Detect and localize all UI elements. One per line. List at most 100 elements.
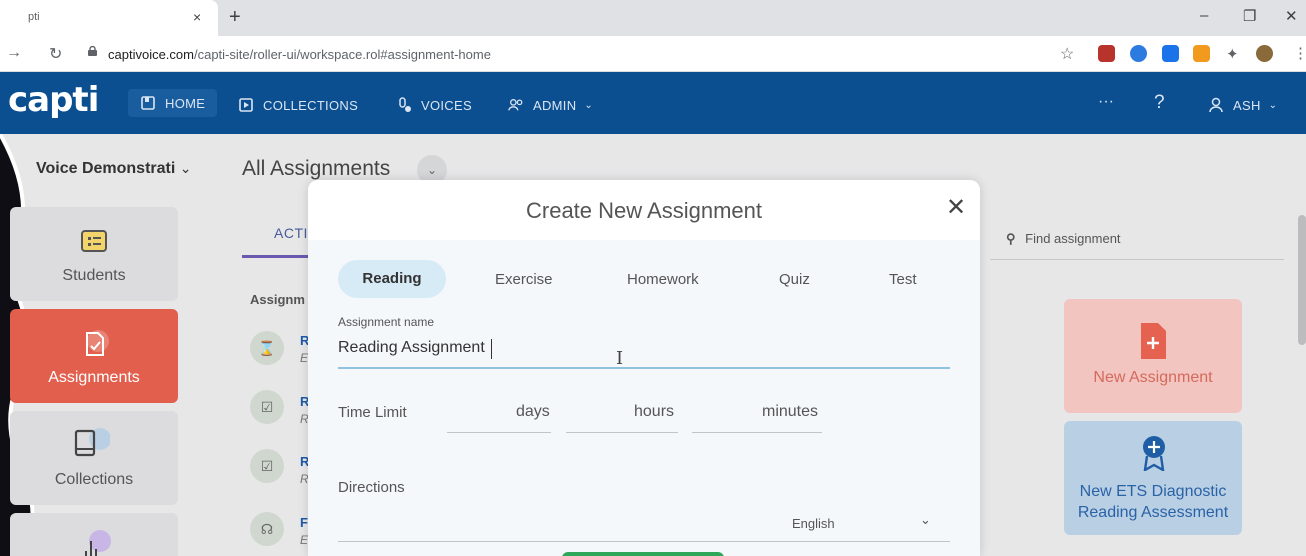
browser-menu-icon[interactable]: ⋮ [1293, 44, 1306, 62]
nav-collections-label: COLLECTIONS [263, 97, 359, 113]
type-tab-test[interactable]: Test [889, 271, 917, 288]
bookmark-star-icon[interactable]: ☆ [1060, 44, 1074, 64]
url-text: captivoice.com/capti-site/roller-ui/work… [108, 47, 491, 62]
type-tab-quiz[interactable]: Quiz [779, 271, 810, 288]
award-ribbon-icon [1143, 436, 1165, 471]
more-menu-icon[interactable]: ··· [1098, 93, 1114, 111]
row-status-icon: ☑ [250, 390, 284, 424]
user-icon [1209, 97, 1223, 113]
type-tab-reading[interactable]: Reading [338, 260, 446, 298]
capti-logo[interactable]: capti [8, 80, 99, 120]
nav-admin[interactable]: ADMIN ⌄ [508, 95, 593, 115]
hours-input[interactable]: hours [634, 403, 674, 421]
nav-voices[interactable]: VOICES [396, 95, 472, 115]
row-title[interactable]: F [300, 515, 308, 530]
browser-tab-bar: pti × + – ❐ ✕ [0, 0, 1306, 36]
new-doc-icon [1141, 323, 1166, 359]
sidebar-item-collections-label: Collections [54, 471, 134, 488]
home-doc-icon [141, 96, 155, 110]
assignment-doc-icon [86, 330, 109, 356]
new-assignment-label: New Assignment [1093, 369, 1213, 386]
forward-icon[interactable]: → [6, 44, 22, 62]
modal-close-icon[interactable]: ✕ [946, 193, 966, 222]
extensions-puzzle-icon[interactable]: ✦ [1226, 45, 1239, 63]
chevron-down-icon[interactable]: ⌄ [920, 512, 931, 528]
extension-orange-icon[interactable] [1193, 45, 1210, 62]
chevron-down-icon: ⌄ [584, 99, 594, 111]
chevron-down-icon: ⌄ [1268, 99, 1278, 111]
nav-home[interactable]: HOME [128, 89, 218, 117]
url-host: captivoice.com [108, 47, 194, 62]
sidebar-item-students-label: Students [62, 267, 126, 284]
assignment-name-input[interactable]: Reading Assignment [338, 339, 485, 357]
minimize-icon[interactable]: – [1200, 7, 1208, 24]
reports-chart-icon [85, 530, 111, 556]
restore-icon[interactable]: ❐ [1243, 7, 1256, 25]
row-status-icon: ☊ [250, 512, 284, 546]
chevron-down-icon: ⌄ [179, 160, 192, 176]
row-subtitle: E [300, 351, 309, 365]
search-placeholder: Find assignment [1025, 231, 1121, 246]
window-close-icon[interactable]: ✕ [1285, 7, 1298, 25]
nav-home-label: HOME [165, 95, 206, 111]
search-underline [990, 259, 1284, 260]
reload-icon[interactable]: ↻ [49, 44, 62, 64]
minutes-underline [692, 432, 822, 433]
students-icon [81, 230, 107, 252]
row-status-icon: ⌛ [250, 331, 284, 365]
help-icon[interactable]: ? [1154, 92, 1165, 114]
create-button[interactable] [562, 552, 724, 556]
nav-voices-label: VOICES [421, 97, 472, 113]
browser-tab-title: pti [28, 11, 40, 23]
extension-shield-icon[interactable] [1098, 45, 1115, 62]
directions-label: Directions [338, 479, 405, 496]
language-select[interactable]: English [792, 516, 835, 531]
nav-admin-label: ADMIN [533, 97, 577, 113]
profile-avatar-icon[interactable] [1256, 45, 1273, 62]
search-icon: ⚲ [1006, 231, 1016, 246]
directions-underline [338, 541, 950, 542]
browser-tab[interactable]: pti × [0, 0, 218, 36]
page-scrollbar[interactable] [1298, 215, 1306, 345]
page-title: All Assignments [242, 157, 391, 180]
collections-book-icon [74, 428, 110, 457]
organization-selector[interactable]: Voice Demonstrati ⌄ [36, 160, 191, 178]
admin-users-icon [508, 99, 523, 111]
tab-active[interactable]: ACTI [274, 225, 308, 241]
nav-collections[interactable]: COLLECTIONS [238, 95, 358, 115]
collections-icon [239, 98, 253, 112]
new-tab-icon[interactable]: + [229, 6, 241, 29]
extension-chat-icon[interactable] [1130, 45, 1147, 62]
column-header-assignment[interactable]: Assignm [250, 292, 305, 307]
sidebar-item-assignments-label: Assignments [48, 369, 140, 386]
assignment-name-label: Assignment name [338, 315, 435, 329]
row-subtitle: E [300, 533, 309, 547]
search-field[interactable]: ⚲ Find assignment [1006, 231, 1121, 247]
new-assignment-card[interactable]: New Assignment [1064, 299, 1242, 413]
new-ets-assessment-card[interactable]: New ETS Diagnostic Reading Assessment [1064, 421, 1242, 535]
sidebar-item-collections[interactable]: Collections [10, 411, 178, 505]
text-caret [491, 339, 492, 359]
user-name: ASH [1233, 97, 1261, 113]
type-tab-homework[interactable]: Homework [627, 271, 699, 288]
organization-name: Voice Demonstrati [36, 160, 176, 177]
row-status-icon: ☑ [250, 449, 284, 483]
type-tab-exercise[interactable]: Exercise [495, 271, 553, 288]
tab-active-underline [242, 255, 308, 258]
hours-underline [566, 432, 678, 433]
days-input[interactable]: days [516, 403, 550, 421]
new-ets-assessment-label: New ETS Diagnostic Reading Assessment [1077, 483, 1229, 521]
screen: pti × + – ❐ ✕ → ↻ captivoice.com/capti-s… [0, 0, 1306, 556]
sidebar-item-assignments[interactable]: Assignments [10, 309, 178, 403]
extension-blue-icon[interactable] [1162, 45, 1179, 62]
days-underline [447, 432, 551, 433]
minutes-input[interactable]: minutes [762, 403, 818, 421]
tab-close-icon[interactable]: × [193, 9, 201, 25]
modal-title: Create New Assignment [526, 198, 762, 223]
text-cursor-icon: I [616, 348, 624, 369]
voices-icon [399, 97, 411, 112]
lock-icon [88, 46, 97, 56]
user-menu[interactable]: ASH ⌄ [1208, 95, 1277, 115]
sidebar-item-reports[interactable] [10, 513, 178, 556]
url-path: /capti-site/roller-ui/workspace.rol#assi… [193, 47, 491, 62]
